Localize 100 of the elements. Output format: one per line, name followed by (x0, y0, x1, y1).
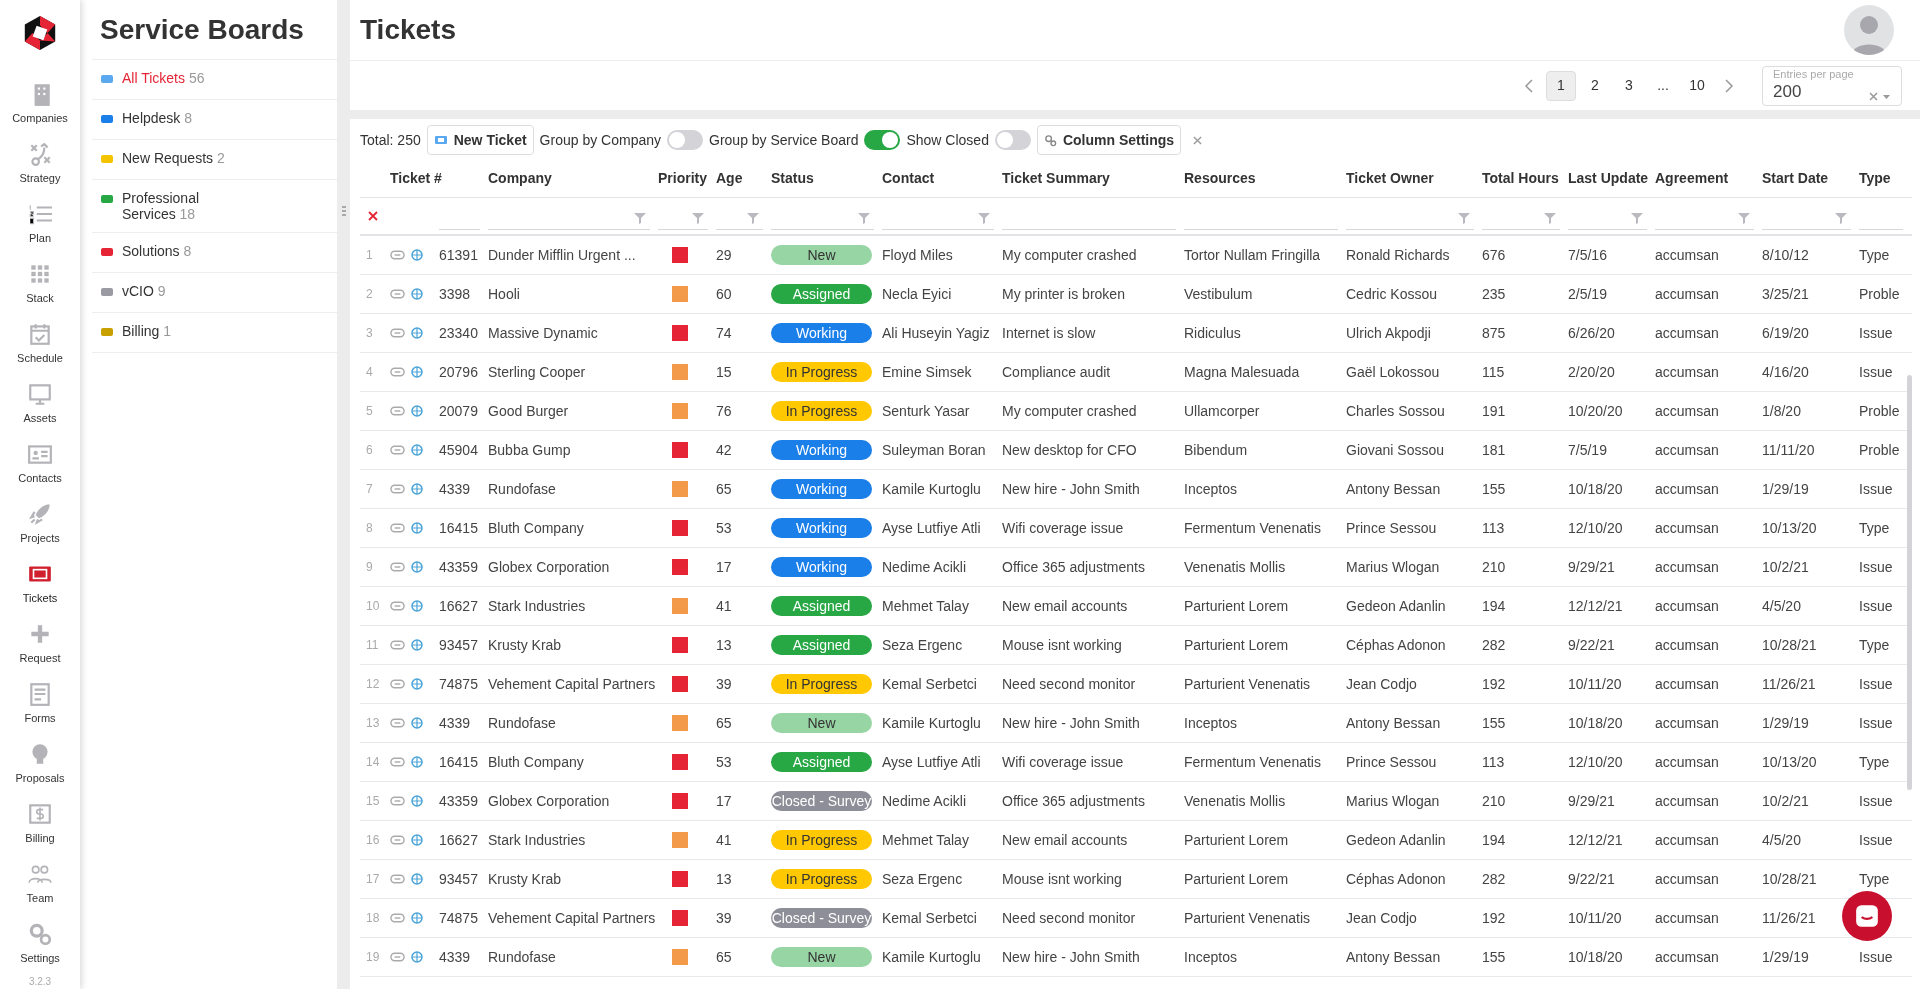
link-icon[interactable] (390, 952, 405, 962)
column-header[interactable]: Total Hours (1482, 168, 1568, 189)
filter-icon[interactable] (747, 211, 759, 224)
globe-icon[interactable] (411, 756, 423, 768)
company-cell-text: Dunder Mifflin Urgent ... (488, 245, 637, 265)
globe-icon[interactable] (411, 600, 423, 612)
column-header[interactable]: Ticket # (390, 168, 488, 189)
globe-icon[interactable] (411, 912, 423, 924)
new-ticket-button[interactable]: New Ticket (426, 125, 534, 155)
globe-icon[interactable] (411, 639, 423, 651)
column-header[interactable]: Age (716, 168, 771, 189)
nav-item[interactable]: Companies (0, 74, 80, 134)
toggle-switch[interactable] (864, 130, 901, 150)
filter-icon[interactable] (1738, 211, 1750, 224)
globe-icon[interactable] (411, 444, 423, 456)
link-icon[interactable] (390, 679, 405, 689)
globe-icon[interactable] (411, 405, 423, 417)
column-header[interactable]: Type (1859, 168, 1911, 189)
column-header[interactable]: Ticket Owner (1346, 168, 1482, 189)
column-header[interactable]: Resources (1184, 168, 1346, 189)
link-icon[interactable] (390, 640, 405, 650)
nav-item[interactable]: Strategy (0, 134, 80, 194)
globe-icon[interactable] (411, 951, 423, 963)
globe-icon[interactable] (411, 522, 423, 534)
link-icon[interactable] (390, 601, 405, 611)
link-icon[interactable] (390, 445, 405, 455)
previous-page-icon[interactable] (1524, 77, 1534, 94)
link-icon[interactable] (390, 562, 405, 572)
link-icon[interactable] (390, 796, 405, 806)
toggle-switch[interactable] (994, 130, 1031, 150)
column-header[interactable]: Last Update (1568, 168, 1655, 189)
column-header[interactable]: Company (488, 168, 658, 189)
column-header[interactable]: Start Date (1762, 168, 1859, 189)
close-icon[interactable] (1193, 135, 1203, 145)
clear-and-caret-icon[interactable] (1869, 91, 1891, 102)
link-icon[interactable] (390, 718, 405, 728)
user-avatar[interactable] (1844, 5, 1894, 55)
filter-icon[interactable] (1458, 211, 1470, 224)
link-icon[interactable] (390, 328, 405, 338)
vertical-scrollbar[interactable] (1907, 375, 1912, 790)
nav-item[interactable]: Billing (0, 794, 80, 854)
link-icon[interactable] (390, 874, 405, 884)
globe-icon[interactable] (411, 873, 423, 885)
nav-item[interactable]: Request (0, 614, 80, 674)
nav-item[interactable]: Team (0, 854, 80, 914)
globe-icon[interactable] (411, 561, 423, 573)
nav-item[interactable]: Proposals (0, 734, 80, 794)
nav-item[interactable]: Assets (0, 374, 80, 434)
nav-item[interactable]: Settings (0, 914, 80, 974)
globe-icon[interactable] (411, 249, 423, 261)
filter-icon[interactable] (1544, 211, 1556, 224)
globe-icon[interactable] (411, 717, 423, 729)
filter-icon[interactable] (858, 211, 870, 224)
globe-icon[interactable] (411, 834, 423, 846)
link-icon[interactable] (390, 484, 405, 494)
nav-item[interactable]: Forms (0, 674, 80, 734)
globe-icon[interactable] (411, 327, 423, 339)
link-icon[interactable] (390, 757, 405, 767)
nav-item[interactable]: Projects (0, 494, 80, 554)
age-cell-text: 39 (716, 674, 733, 694)
status-pill: Assigned (771, 752, 872, 772)
filter-icon[interactable] (1835, 211, 1847, 224)
link-icon[interactable] (390, 835, 405, 845)
filter-icon[interactable] (1631, 211, 1643, 224)
globe-icon[interactable] (411, 366, 423, 378)
link-icon[interactable] (390, 913, 405, 923)
filter-icon[interactable] (692, 211, 704, 224)
link-icon[interactable] (390, 367, 405, 377)
page-button[interactable]: 1 (1546, 70, 1576, 101)
page-button[interactable]: ... (1648, 70, 1678, 101)
toggle-switch[interactable] (667, 130, 703, 150)
column-header[interactable]: Contact (882, 168, 1002, 189)
column-header[interactable]: Ticket Summary (1002, 168, 1184, 189)
column-header[interactable]: Priority (658, 168, 716, 189)
page-button[interactable]: 3 (1614, 70, 1644, 101)
date-cell-text: 11/26/21 (1762, 908, 1817, 928)
column-settings-button[interactable]: Column Settings (1036, 125, 1182, 155)
clear-filters-icon[interactable] (368, 211, 378, 221)
filter-icon[interactable] (634, 211, 646, 224)
chat-button[interactable] (1842, 891, 1892, 941)
link-icon[interactable] (390, 523, 405, 533)
globe-icon[interactable] (411, 483, 423, 495)
column-header[interactable]: Status (771, 168, 882, 189)
page-button[interactable]: 2 (1580, 70, 1610, 101)
nav-item[interactable]: Tickets (0, 554, 80, 614)
link-icon[interactable] (390, 289, 405, 299)
globe-icon[interactable] (411, 288, 423, 300)
entries-per-page-select[interactable]: Entries per page 200 (1762, 65, 1902, 106)
next-page-icon[interactable] (1724, 77, 1734, 94)
column-header[interactable]: Agreement (1655, 168, 1762, 189)
globe-icon[interactable] (411, 795, 423, 807)
nav-item[interactable]: Schedule (0, 314, 80, 374)
link-icon[interactable] (390, 406, 405, 416)
nav-item[interactable]: Contacts (0, 434, 80, 494)
nav-item[interactable]: Plan (0, 194, 80, 254)
nav-item[interactable]: Stack (0, 254, 80, 314)
page-button[interactable]: 10 (1682, 70, 1712, 101)
link-icon[interactable] (390, 250, 405, 260)
filter-icon[interactable] (978, 211, 990, 224)
globe-icon[interactable] (411, 678, 423, 690)
